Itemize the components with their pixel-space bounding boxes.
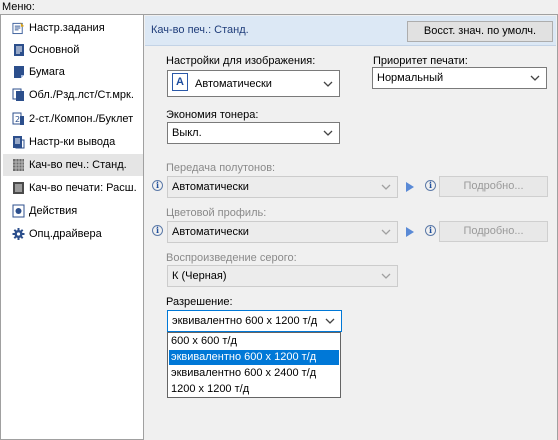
print-priority-label: Приоритет печати: <box>373 55 468 67</box>
sidebar-item-print-quality-advanced[interactable]: Кач-во печати: Расш. <box>3 177 143 199</box>
gray-reproduction-value: К (Черная) <box>172 270 227 282</box>
print-priority-value: Нормальный <box>377 72 444 84</box>
info-icon[interactable]: i <box>425 225 436 236</box>
job-settings-icon <box>12 21 25 36</box>
sidebar-item-label: Опц.драйвера <box>29 228 102 240</box>
sidebar-item-label: Настр-ки вывода <box>29 136 116 148</box>
sidebar-item-print-quality-standard[interactable]: Кач-во печ.: Станд. <box>3 154 143 176</box>
toner-saving-label: Экономия тонера: <box>166 109 259 121</box>
sidebar-item-label: 2-ст./Компон./Буклет <box>29 113 134 125</box>
sidebar-item-label: Настр.задания <box>29 22 105 34</box>
duplex-icon: 2 <box>12 112 25 127</box>
color-profile-select[interactable]: Автоматически <box>167 221 398 243</box>
image-settings-label: Настройки для изображения: <box>166 55 316 67</box>
document-icon <box>12 43 25 58</box>
sidebar-item-label: Основной <box>29 44 80 56</box>
sidebar-item-label: Кач-во печати: Расш. <box>29 182 137 194</box>
sidebar-item-output-settings[interactable]: Настр-ки вывода <box>3 131 143 153</box>
toner-saving-value: Выкл. <box>172 127 202 139</box>
page-title: Кач-во печ.: Станд. <box>151 24 249 36</box>
resolution-value: эквивалентно 600 x 1200 т/д <box>172 315 318 327</box>
toner-saving-select[interactable]: Выкл. <box>167 122 340 144</box>
sidebar-item-label: Действия <box>29 205 78 217</box>
sidebar-item-job-settings[interactable]: Настр.задания <box>3 17 143 39</box>
sidebar-item-cover-section-watermark[interactable]: Обл./Рзд.лст/Ст.мрк. <box>3 84 143 106</box>
chevron-down-icon <box>325 318 335 324</box>
play-arrow-icon <box>406 227 414 237</box>
image-settings-value: Автоматически <box>195 78 272 90</box>
chevron-down-icon <box>323 81 333 87</box>
restore-defaults-button[interactable]: Восст. знач. по умолч. <box>407 21 553 42</box>
quality-advanced-icon <box>12 181 25 196</box>
chevron-down-icon <box>381 273 391 279</box>
image-settings-select[interactable]: A Автоматически <box>167 70 340 97</box>
sidebar-item-label: Кач-во печ.: Станд. <box>29 159 127 171</box>
halftone-select[interactable]: Автоматически <box>167 176 398 198</box>
gray-reproduction-select[interactable]: К (Черная) <box>167 265 398 287</box>
menu-caption: Меню: <box>2 1 35 13</box>
resolution-label: Разрешение: <box>166 296 233 308</box>
chevron-down-icon <box>381 184 391 190</box>
sidebar-item-paper[interactable]: Бумага <box>3 61 143 83</box>
gear-icon <box>12 227 25 242</box>
halftone-label: Передача полутонов: <box>166 162 276 174</box>
quality-grid-icon <box>12 158 25 173</box>
resolution-option-highlighted[interactable]: эквивалентно 600 x 1200 т/д <box>169 350 339 365</box>
halftone-value: Автоматически <box>172 181 249 193</box>
play-arrow-icon <box>406 182 414 192</box>
paper-icon <box>12 65 25 80</box>
sidebar-item-basic[interactable]: Основной <box>3 39 143 61</box>
resolution-option[interactable]: эквивалентно 600 x 2400 т/д <box>169 366 339 381</box>
color-profile-value: Автоматически <box>172 226 249 238</box>
info-icon[interactable]: i <box>152 225 163 236</box>
auto-mode-icon: A <box>172 73 188 91</box>
sidebar-item-label: Обл./Рзд.лст/Ст.мрк. <box>29 89 134 101</box>
chevron-down-icon <box>530 75 540 81</box>
info-icon[interactable]: i <box>152 180 163 191</box>
sidebar-item-label: Бумага <box>29 66 65 78</box>
sidebar-item-driver-options[interactable]: Опц.драйвера <box>3 223 143 245</box>
resolution-option[interactable]: 1200 x 1200 т/д <box>169 382 339 397</box>
header-bar: Кач-во печ.: Станд. Восст. знач. по умол… <box>145 16 556 46</box>
svg-text:2: 2 <box>15 115 20 124</box>
halftone-details-button[interactable]: Подробно... <box>439 176 548 197</box>
sidebar-item-duplex-layout-booklet[interactable]: 2 2-ст./Компон./Буклет <box>3 108 143 130</box>
color-profile-details-button[interactable]: Подробно... <box>439 221 548 242</box>
color-profile-label: Цветовой профиль: <box>166 207 267 219</box>
sidebar: Настр.задания Основной Бумага Обл./Рзд.л… <box>0 14 144 440</box>
chevron-down-icon <box>323 130 333 136</box>
print-priority-select[interactable]: Нормальный <box>372 67 547 89</box>
sidebar-item-actions[interactable]: Действия <box>3 200 143 222</box>
resolution-select[interactable]: эквивалентно 600 x 1200 т/д <box>167 310 342 332</box>
resolution-option[interactable]: 600 x 600 т/д <box>169 334 339 349</box>
pages-icon <box>12 88 25 103</box>
actions-icon <box>12 204 25 219</box>
chevron-down-icon <box>381 229 391 235</box>
gray-reproduction-label: Воспроизведение серого: <box>166 252 297 264</box>
resolution-dropdown-list: 600 x 600 т/д эквивалентно 600 x 1200 т/… <box>167 332 341 398</box>
output-stack-icon <box>12 135 25 150</box>
info-icon[interactable]: i <box>425 180 436 191</box>
